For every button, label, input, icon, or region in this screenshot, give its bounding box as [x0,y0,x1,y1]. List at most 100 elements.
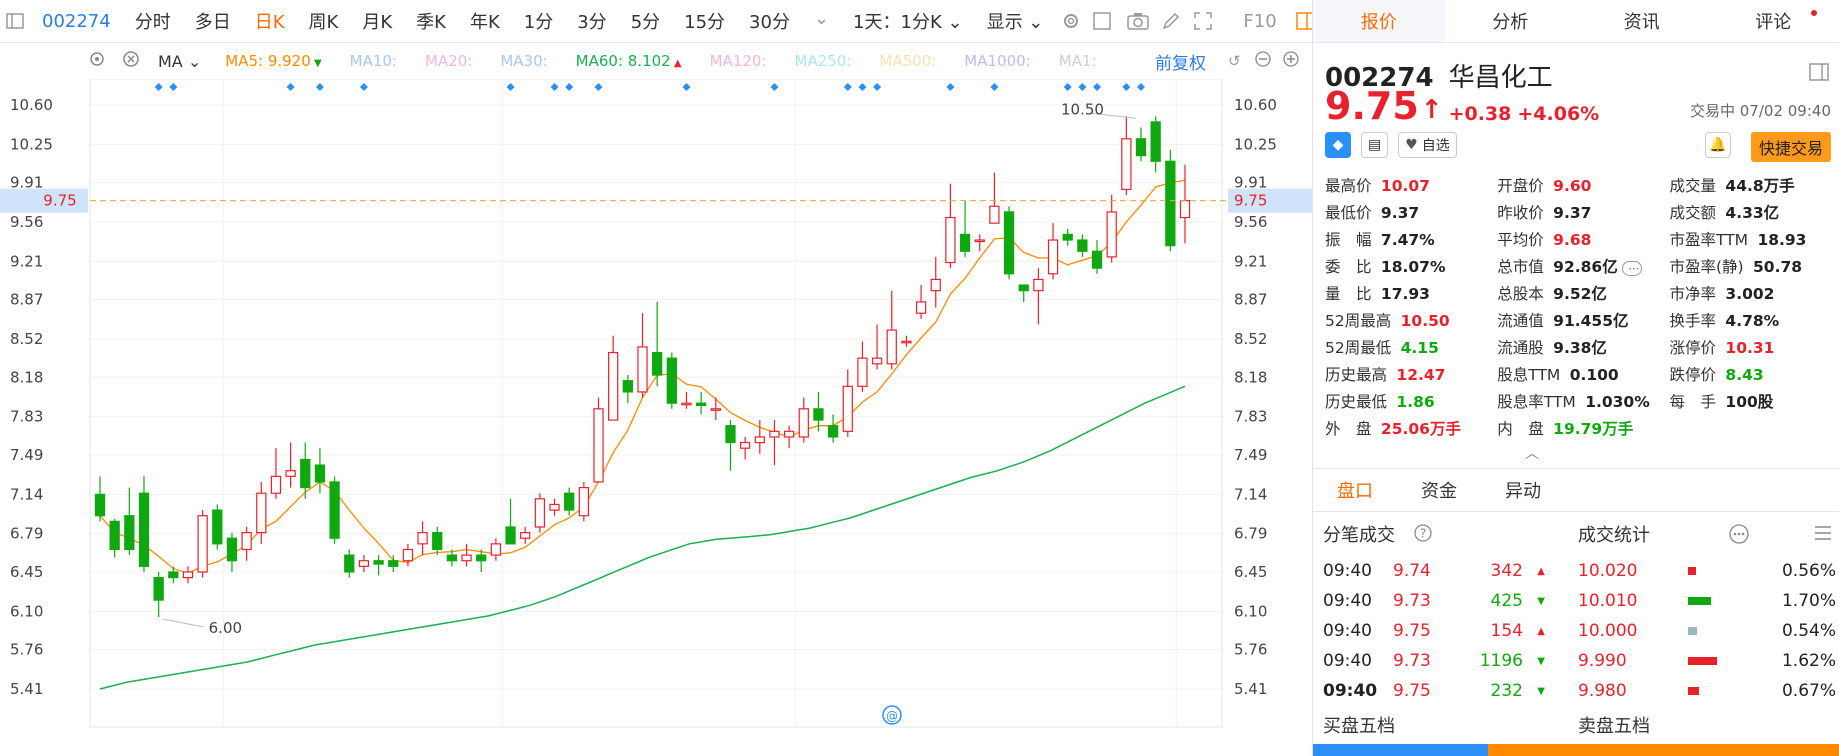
candle-body [710,408,721,411]
ma-value-label: MA500: [879,52,937,70]
current-price: 9.75 [1325,84,1419,128]
period-tab[interactable]: 5分 [619,8,672,34]
candle-body [989,205,1000,224]
fullscreen-icon[interactable] [1193,8,1213,34]
f10-button[interactable]: F10 [1231,11,1288,32]
heart-icon: ♥ [1405,137,1418,153]
y-tick-label: 8.18 [10,368,43,386]
watchlist-button[interactable]: ♥ 自选 [1398,132,1457,158]
undo-icon[interactable]: ↺ [1228,52,1241,70]
candle-body [358,560,370,567]
stats-row: 振 幅 7.47% 平均价 9.68 市盈率TTM 18.93 [1325,225,1827,252]
period-tab[interactable]: 周K [297,8,351,34]
up-triangle-icon: ▲ [1537,625,1545,637]
list-icon[interactable] [1813,523,1833,548]
quote-tab[interactable]: 报价 [1313,0,1445,42]
quote-tab-label: 报价 [1360,12,1397,33]
camera-icon[interactable] [1127,8,1150,34]
stat-value: 7.47% [1375,230,1435,249]
chart-toolbar: 002274 分时 多日 日K 周K 月K 季K 年K 1分 3分 5分 15分 30分 ⌄ 1天：1分… [0,0,1314,43]
quote-tab[interactable]: 评论 [1708,0,1839,42]
period-tab[interactable]: 日K [243,8,297,34]
help-icon[interactable]: ? [1413,523,1433,548]
period-tab[interactable]: 1分 [512,8,565,34]
depth-tab[interactable]: 异动 [1481,477,1565,503]
stat-cell: 内 盘 19.79万手 [1497,417,1669,439]
candle-body [593,408,604,483]
event-marker-icon [770,83,779,91]
note-icon[interactable]: ▤ [1361,132,1389,158]
depth-tab[interactable]: 盘口 [1313,477,1397,503]
trades-header: 分笔成交 ? 成交统计 [1313,512,1839,556]
adjust-button[interactable]: 前复权 [1155,49,1206,74]
period-tab[interactable]: 多日 [183,8,243,34]
period-more-icon[interactable]: ⌄ [802,8,841,34]
stats-row: 委 比 18.07% 总市值 92.86亿 ⋯ 市盈率(静) 50.78 [1325,252,1827,279]
settings-icon[interactable] [1061,8,1081,34]
dist-pct: 0.67% [1781,681,1836,701]
more-icon[interactable]: ⋯ [1621,260,1643,276]
candle-body [402,548,414,562]
collapse-icon[interactable] [1809,63,1829,85]
ma-selector[interactable]: MA ⌄ [158,52,201,71]
stat-value: 17.93 [1375,284,1430,303]
stat-value: 4.78% [1720,311,1780,330]
distribution-row: 9.980 0.67% [1578,676,1839,706]
stat-label: 平均价 [1497,230,1544,249]
expand-chevron-icon[interactable]: ︿ [1525,443,1539,463]
display-label: 显示 [986,12,1023,33]
quote-tab[interactable]: 资讯 [1576,0,1708,42]
depth-tab[interactable]: 资金 [1397,477,1481,503]
dist-pct: 1.70% [1781,591,1836,611]
more-icon[interactable] [1728,523,1750,550]
stat-label: 量 比 [1325,284,1372,303]
quick-trade-button[interactable]: 快捷交易 [1750,132,1831,162]
candle-body [285,470,296,477]
stat-label: 跌停价 [1669,365,1717,384]
stat-value: 9.37 [1547,203,1592,222]
close-icon[interactable] [122,50,152,72]
dist-bar [1688,597,1748,605]
candle-body [505,526,516,545]
ma-value: MA1: [1059,52,1097,70]
price-change-pct: +4.06% [1517,103,1600,125]
period-tab[interactable]: 3分 [565,8,618,34]
tick-row: 09:40 9.75 154 ▲ [1313,616,1553,646]
candle-body [608,351,619,421]
stat-value: 92.86亿 [1547,257,1618,276]
period-tab[interactable]: 月K [350,8,404,34]
y-tick-label-right: 6.10 [1234,602,1267,620]
event-marker-icon [946,83,955,91]
stat-label: 成交量 [1669,176,1717,195]
period-tab[interactable]: 30分 [737,8,802,34]
zoom-out-icon[interactable] [1254,50,1272,72]
period-tab[interactable]: 15分 [672,8,737,34]
distribution-row: 10.010 1.70% [1578,586,1839,616]
candle-body [182,571,194,579]
candlestick-chart[interactable]: 10.60 10.6010.25 10.259.91 9.919.56 9.569.21… [0,79,1312,735]
stat-cell: 52周最低 4.15 [1325,336,1497,358]
period-tab[interactable]: 分时 [123,8,183,34]
layout-icon[interactable] [1093,8,1115,34]
dist-pct: 1.62% [1781,651,1836,671]
display-selector[interactable]: 显示 ⌄ [975,8,1056,34]
y-tick-label-right: 7.14 [1234,485,1267,503]
quote-tab[interactable]: 分析 [1445,0,1577,42]
stock-code-tab[interactable]: 002274 [30,11,123,32]
period-tab[interactable]: 年K [458,8,512,34]
candle-body [314,464,326,483]
period-tab[interactable]: 季K [404,8,458,34]
range-selector[interactable]: 1天：1分K ⌄ [841,8,975,34]
ma-settings-icon[interactable] [88,50,122,72]
x-tick-label: 6 [790,733,800,735]
down-triangle-icon: ▼ [310,58,322,69]
stat-value: 0.100 [1564,365,1619,384]
bell-icon[interactable]: 🔔 [1705,132,1731,158]
tag-icon[interactable]: ◆ [1325,132,1351,158]
zoom-in-icon[interactable] [1282,50,1300,72]
stat-label: 振 幅 [1325,230,1372,249]
y-tick-label: 8.87 [10,291,43,309]
y-tick-label-right: 8.52 [1234,330,1267,348]
draw-pen-icon[interactable] [1161,8,1181,34]
sidebar-toggle-icon[interactable] [6,8,24,34]
